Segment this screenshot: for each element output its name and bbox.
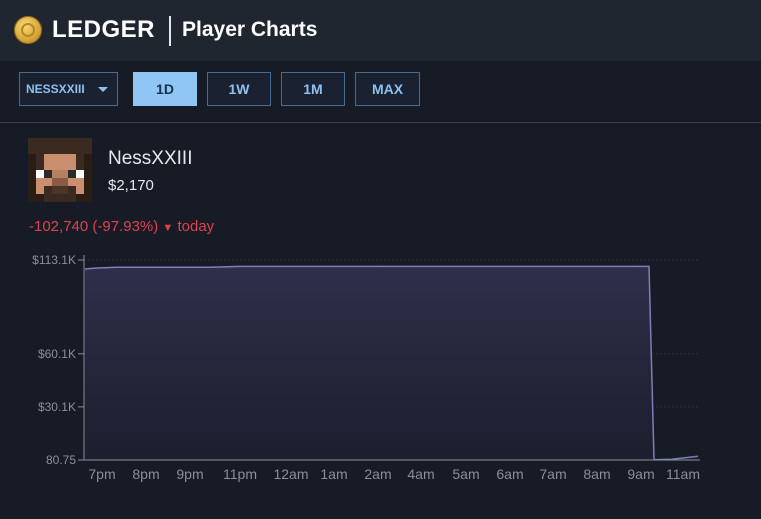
x-tick-label: 9pm — [176, 466, 203, 482]
player-select-label: NESSXXIII — [26, 82, 85, 96]
range-button-1m[interactable]: 1M — [281, 72, 345, 106]
arrow-down-icon: ▼ — [162, 222, 174, 234]
player-select[interactable]: NESSXXIII — [19, 72, 118, 106]
x-tick-label: 9am — [627, 466, 654, 482]
brand-name[interactable]: LEDGER — [52, 16, 155, 44]
range-button-1d[interactable]: 1D — [133, 72, 197, 106]
x-tick-label: 8am — [583, 466, 610, 482]
daily-change: -102,740 (-97.93%) ▼ today — [29, 218, 214, 235]
player-value: $2,170 — [108, 177, 154, 194]
app-header: LEDGER Player Charts — [0, 0, 761, 61]
x-tick-label: 7am — [539, 466, 566, 482]
change-period: today — [177, 218, 215, 235]
x-tick-label: 12am — [273, 466, 308, 482]
player-name: NessXXIII — [108, 148, 193, 169]
series-area — [85, 266, 698, 460]
section-divider — [0, 122, 761, 123]
y-tick-label: $60.1K — [38, 347, 76, 361]
x-tick-label: 8pm — [132, 466, 159, 482]
y-tick-label: $113.1K — [32, 253, 76, 267]
range-button-max[interactable]: MAX — [355, 72, 420, 106]
x-tick-label: 6am — [496, 466, 523, 482]
price-chart: $113.1K $60.1K $30.1K 80.75 7pm 8pm 9pm 11pm 12… — [32, 253, 700, 482]
range-button-1w[interactable]: 1W — [207, 72, 271, 106]
change-amount: -102,740 (-97.93%) — [29, 218, 159, 235]
x-tick-label: 11pm — [223, 466, 257, 482]
x-tick-label: 7pm — [88, 466, 115, 482]
coin-icon — [14, 16, 42, 44]
player-avatar-icon — [28, 138, 92, 202]
x-tick-label: 11am — [666, 466, 700, 482]
y-tick-label: $30.1K — [38, 400, 76, 414]
y-tick-label: 80.75 — [46, 453, 76, 467]
x-tick-label: 2am — [364, 466, 391, 482]
x-tick-label: 5am — [452, 466, 479, 482]
range-controls: NESSXXIII 1D 1W 1M MAX — [0, 61, 761, 122]
page-title: Player Charts — [182, 18, 318, 41]
brand-divider — [169, 16, 171, 46]
chevron-down-icon — [98, 87, 108, 92]
x-tick-label: 1am — [320, 466, 347, 482]
x-tick-label: 4am — [407, 466, 434, 482]
